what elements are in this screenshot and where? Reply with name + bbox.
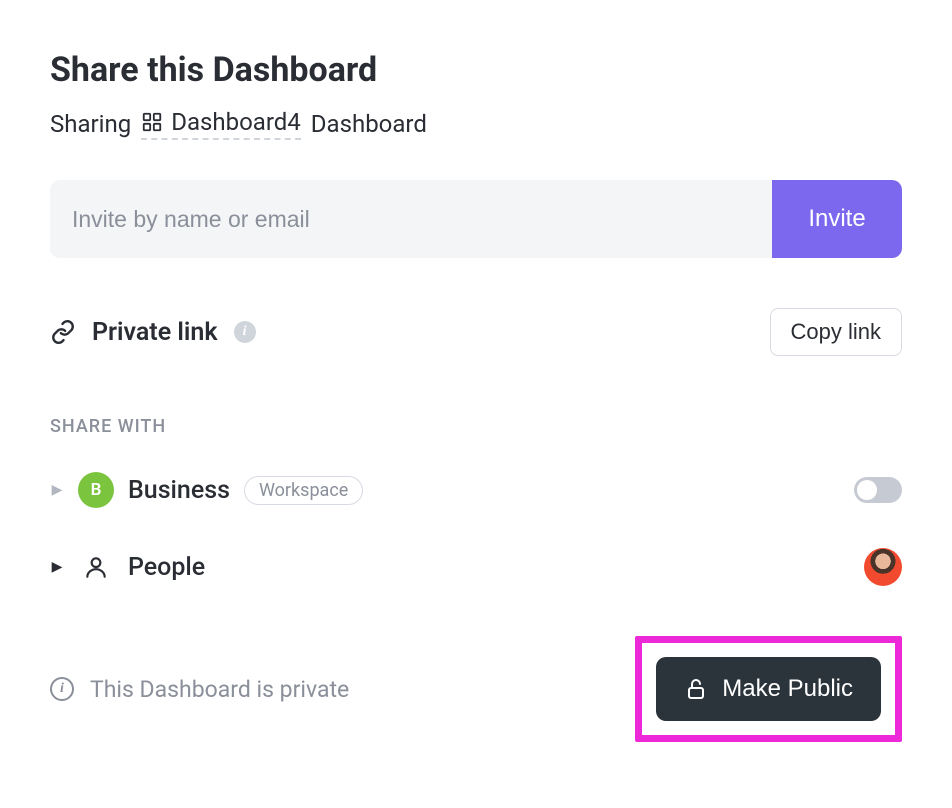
invite-row: Invite (50, 180, 902, 258)
share-row-label: People (128, 553, 205, 582)
workspace-avatar: B (78, 472, 114, 508)
workspace-badge: Workspace (244, 476, 363, 505)
share-row-people: ▶ People (50, 543, 902, 591)
highlight-annotation: Make Public (635, 636, 902, 742)
unlock-icon (684, 677, 708, 701)
expand-chevron-icon[interactable]: ▶ (50, 482, 64, 498)
share-with-header: SHARE WITH (50, 416, 902, 437)
person-icon (83, 554, 109, 580)
make-public-button[interactable]: Make Public (656, 657, 881, 721)
share-row-business: ▶ B Business Workspace (50, 467, 902, 513)
invite-button[interactable]: Invite (772, 180, 902, 258)
breadcrumb-prefix: Sharing (50, 110, 131, 138)
breadcrumb-dashboard-name: Dashboard4 (171, 108, 301, 136)
info-icon[interactable]: i (234, 321, 256, 343)
breadcrumb: Sharing Dashboard4 Dashboard (50, 108, 902, 140)
make-public-label: Make Public (722, 675, 853, 703)
expand-chevron-icon[interactable]: ▶ (50, 559, 64, 575)
breadcrumb-suffix: Dashboard (311, 110, 427, 138)
privacy-status-text: This Dashboard is private (90, 676, 349, 703)
share-row-label: Business (128, 476, 230, 505)
user-avatar[interactable] (864, 548, 902, 586)
link-icon (50, 319, 76, 345)
share-toggle[interactable] (854, 477, 902, 503)
invite-input[interactable] (50, 180, 772, 258)
private-link-label: Private link (92, 318, 218, 347)
breadcrumb-dashboard-link[interactable]: Dashboard4 (141, 108, 301, 140)
dialog-title: Share this Dashboard (50, 50, 902, 90)
copy-link-button[interactable]: Copy link (770, 308, 902, 356)
footer-row: This Dashboard is private Make Public (50, 636, 902, 742)
dashboard-icon (141, 111, 163, 133)
info-icon (50, 677, 74, 701)
private-link-row: Private link i Copy link (50, 308, 902, 356)
